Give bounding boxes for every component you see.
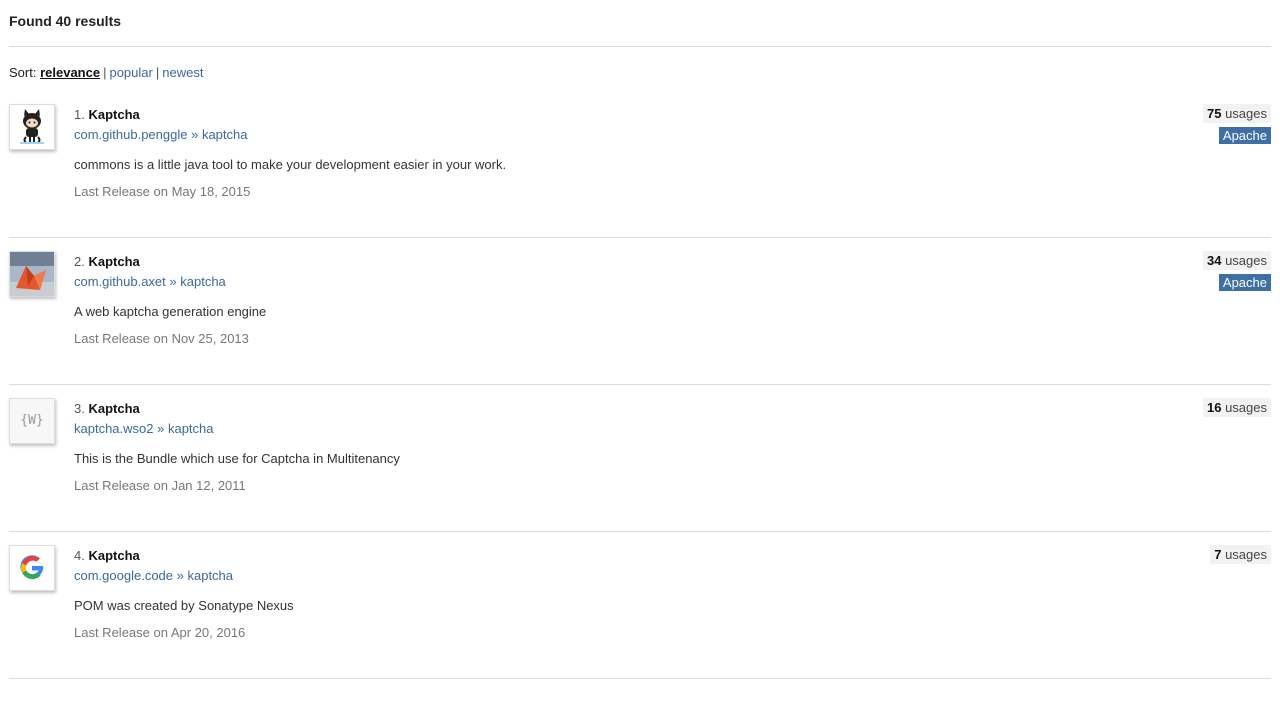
- origami-fox-photo-icon[interactable]: [9, 251, 55, 297]
- result-index: 1.: [74, 107, 85, 122]
- sort-relevance[interactable]: relevance: [40, 65, 100, 80]
- result-index: 3.: [74, 401, 85, 416]
- result-item: 1. Kaptcha com.github.penggle » kaptcha …: [9, 91, 1271, 238]
- last-release: Last Release on Apr 20, 2016: [74, 625, 246, 640]
- result-description: commons is a little java tool to make yo…: [74, 157, 507, 172]
- usages-badge[interactable]: 75 usages: [1202, 104, 1271, 123]
- result-item: 2. Kaptcha com.github.axet » kaptcha A w…: [9, 238, 1271, 385]
- sort-newest[interactable]: newest: [162, 65, 203, 80]
- group-link[interactable]: com.google.code: [74, 568, 173, 583]
- usages-badge[interactable]: 34 usages: [1202, 251, 1271, 270]
- result-title[interactable]: Kaptcha: [88, 401, 139, 416]
- generic-w-braces-icon[interactable]: {W}: [9, 398, 55, 444]
- result-coordinates: com.github.axet » kaptcha: [74, 274, 226, 289]
- result-description: POM was created by Sonatype Nexus: [74, 598, 294, 613]
- sort-bar: Sort: relevance | popular | newest: [9, 65, 204, 80]
- group-link[interactable]: kaptcha.wso2: [74, 421, 154, 436]
- artifact-link[interactable]: kaptcha: [168, 421, 214, 436]
- result-coordinates: com.github.penggle » kaptcha: [74, 127, 248, 142]
- usages-badge[interactable]: 7 usages: [1210, 545, 1271, 564]
- last-release: Last Release on Jan 12, 2011: [74, 478, 246, 493]
- license-badge[interactable]: Apache: [1218, 127, 1271, 144]
- result-description: This is the Bundle which use for Captcha…: [74, 451, 400, 466]
- github-octocat-icon[interactable]: [9, 104, 55, 150]
- artifact-link[interactable]: kaptcha: [180, 274, 226, 289]
- usages-badge[interactable]: 16 usages: [1202, 398, 1271, 417]
- group-link[interactable]: com.github.axet: [74, 274, 166, 289]
- result-coordinates: kaptcha.wso2 » kaptcha: [74, 421, 214, 436]
- result-title[interactable]: Kaptcha: [88, 254, 139, 269]
- result-title[interactable]: Kaptcha: [88, 107, 139, 122]
- artifact-link[interactable]: kaptcha: [202, 127, 248, 142]
- result-item: {W} 3. Kaptcha kaptcha.wso2 » kaptcha Th…: [9, 385, 1271, 532]
- group-link[interactable]: com.github.penggle: [74, 127, 187, 142]
- results-count: Found 40 results: [9, 0, 1271, 47]
- result-index: 4.: [74, 548, 85, 563]
- next-result-partial: [9, 679, 1271, 709]
- result-coordinates: com.google.code » kaptcha: [74, 568, 234, 583]
- license-badge[interactable]: Apache: [1218, 274, 1271, 291]
- result-item: 4. Kaptcha com.google.code » kaptcha POM…: [9, 532, 1271, 679]
- sort-popular[interactable]: popular: [109, 65, 152, 80]
- result-title[interactable]: Kaptcha: [88, 548, 139, 563]
- sort-label: Sort:: [9, 65, 41, 80]
- google-g-icon[interactable]: [9, 545, 55, 591]
- artifact-link[interactable]: kaptcha: [187, 568, 233, 583]
- result-description: A web kaptcha generation engine: [74, 304, 267, 319]
- result-index: 2.: [74, 254, 85, 269]
- search-results-page: Found 40 results Sort: relevance | popular…: [0, 0, 1280, 709]
- last-release: Last Release on Nov 25, 2013: [74, 331, 249, 346]
- last-release: Last Release on May 18, 2015: [74, 184, 251, 199]
